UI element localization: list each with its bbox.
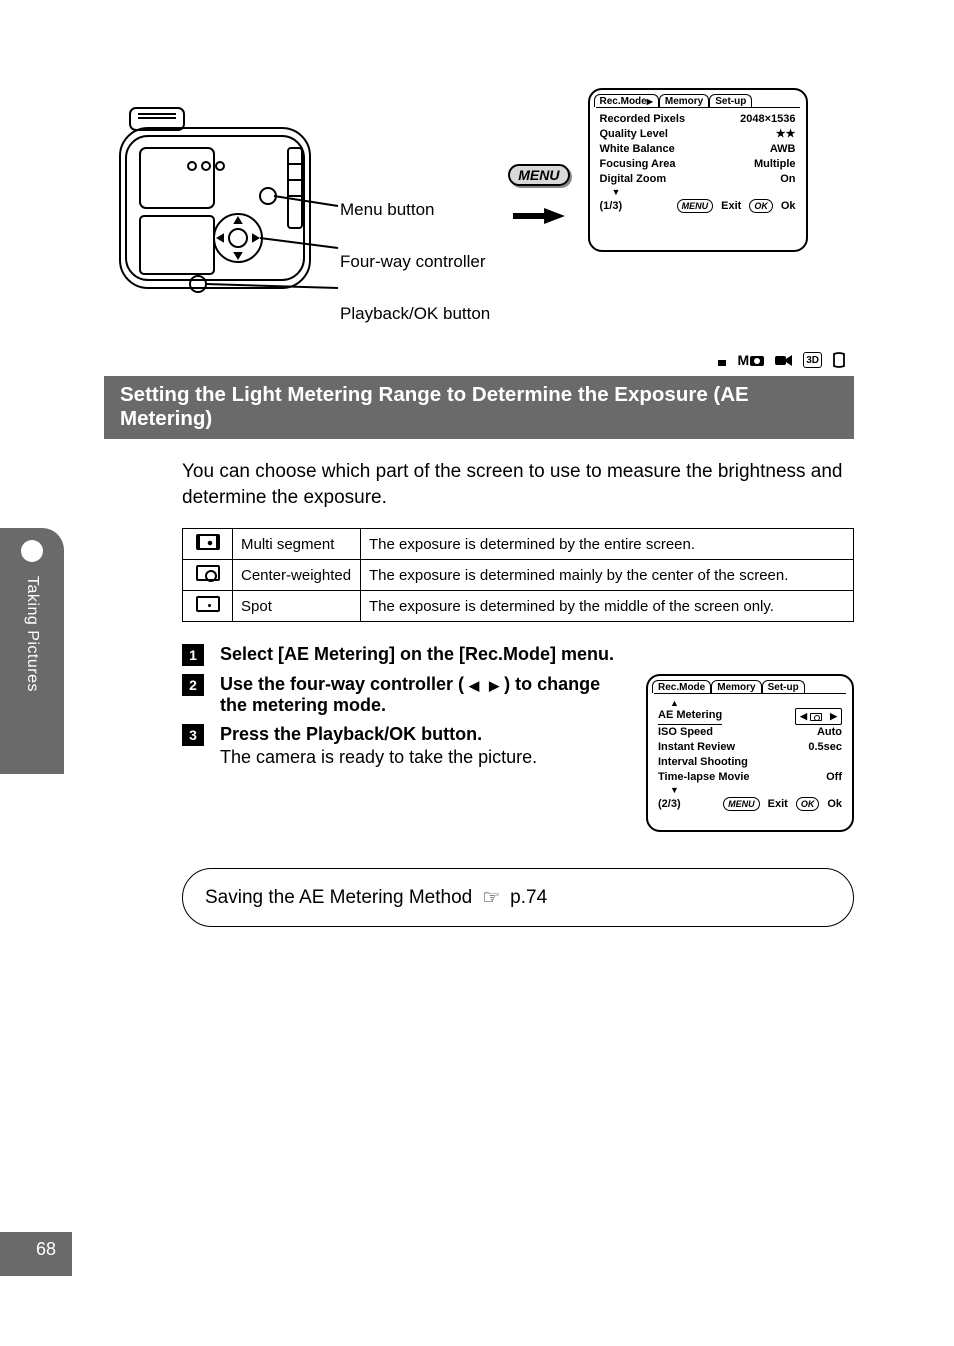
spot-icon bbox=[183, 591, 233, 622]
intro-paragraph: You can choose which part of the screen … bbox=[182, 459, 854, 510]
menu1-row-digital-zoom: Digital Zoom bbox=[600, 172, 667, 187]
menu2-tab-setup: Set-up bbox=[762, 680, 805, 693]
menu2-val-iso-speed: Auto bbox=[817, 725, 842, 740]
menu1-footer-exit: Exit bbox=[721, 200, 741, 212]
lcd-menu-page-1: Rec.Mode▶ Memory Set-up Recorded Pixels 2… bbox=[588, 88, 808, 252]
step-3: 3 Press the Playback/OK button. The came… bbox=[182, 724, 628, 768]
menu2-tab-recmode: Rec.Mode bbox=[652, 680, 711, 693]
step-number-3: 3 bbox=[182, 724, 204, 746]
table-mode-center: Center-weighted bbox=[233, 560, 361, 591]
menu2-val-ae-metering: ◀ ▶ bbox=[795, 708, 842, 725]
top-illustration-row: Menu button Four-way controller Playback… bbox=[110, 88, 854, 324]
table-row: Multi segment The exposure is determined… bbox=[183, 529, 854, 560]
step-3-title: Press the Playback/OK button. bbox=[220, 724, 628, 745]
table-desc-spot: The exposure is determined by the middle… bbox=[361, 591, 854, 622]
arrow-right-icon bbox=[513, 206, 565, 226]
camera-label-four-way: Four-way controller bbox=[340, 252, 490, 272]
pointing-hand-icon: ☞ bbox=[482, 885, 500, 910]
menu1-tab-recmode: Rec.Mode▶ bbox=[594, 94, 659, 107]
menu-arrow-column: MENU bbox=[508, 88, 569, 226]
table-row: Center-weighted The exposure is determin… bbox=[183, 560, 854, 591]
menu2-body: ▲ AE Metering ◀ ▶ ISO Speed Auto Instant … bbox=[654, 693, 846, 795]
menu2-page-indicator: (2/3) bbox=[658, 798, 681, 810]
metering-modes-table: Multi segment The exposure is determined… bbox=[182, 528, 854, 622]
menu1-tab-memory: Memory bbox=[659, 94, 709, 107]
camera-label-menu-button: Menu button bbox=[340, 200, 490, 220]
step-number-1: 1 bbox=[182, 644, 204, 666]
menu1-val-quality-level: ★★ bbox=[776, 127, 796, 142]
center-weighted-icon bbox=[183, 560, 233, 591]
mode-icons-row: M 3D bbox=[110, 352, 846, 368]
menu1-row-quality-level: Quality Level bbox=[600, 127, 668, 142]
multi-segment-icon bbox=[183, 529, 233, 560]
menu1-val-digital-zoom: On bbox=[780, 172, 795, 187]
menu1-scroll-down-icon: ▼ bbox=[600, 187, 796, 197]
menu2-footer-exit: Exit bbox=[768, 798, 788, 810]
lcd-menu-page-2: Rec.Mode Memory Set-up ▲ AE Metering ◀ ▶… bbox=[646, 674, 854, 832]
menu2-row-instant-review: Instant Review bbox=[658, 740, 735, 755]
menu2-row-interval-shooting: Interval Shooting bbox=[658, 755, 748, 770]
menu-button-badge: MENU bbox=[508, 164, 569, 186]
step-number-2: 2 bbox=[182, 674, 204, 696]
camera-label-playback-ok: Playback/OK button bbox=[340, 304, 490, 324]
ae-center-weighted-icon bbox=[810, 713, 822, 721]
step-1: 1 Select [AE Metering] on the [Rec.Mode]… bbox=[182, 644, 854, 666]
menu1-footer-menu-pill: MENU bbox=[677, 199, 714, 213]
table-row: Spot The exposure is determined by the m… bbox=[183, 591, 854, 622]
table-desc-center: The exposure is determined mainly by the… bbox=[361, 560, 854, 591]
table-mode-multi: Multi segment bbox=[233, 529, 361, 560]
triangle-left-icon: ◀ bbox=[469, 678, 479, 693]
cross-reference-box: Saving the AE Metering Method ☞ p.74 bbox=[182, 868, 854, 927]
menu2-footer-menu-pill: MENU bbox=[723, 797, 760, 811]
menu2-scroll-down-icon: ▼ bbox=[658, 785, 842, 795]
step-1-title: Select [AE Metering] on the [Rec.Mode] m… bbox=[220, 644, 854, 665]
manual-mode-icon: M bbox=[738, 352, 766, 368]
menu1-row-white-balance: White Balance bbox=[600, 142, 675, 157]
menu2-val-time-lapse: Off bbox=[826, 770, 842, 785]
menu1-body: Recorded Pixels 2048×1536 Quality Level ★★… bbox=[596, 107, 800, 197]
menu1-val-white-balance: AWB bbox=[770, 142, 796, 157]
step-2: 2 Use the four-way controller ( ◀ ▶ ) to… bbox=[182, 674, 628, 716]
ref-page: p.74 bbox=[510, 887, 547, 909]
menu2-val-instant-review: 0.5sec bbox=[808, 740, 842, 755]
menu2-tab-memory: Memory bbox=[711, 680, 761, 693]
3d-mode-icon: 3D bbox=[803, 352, 822, 368]
chapter-label: Taking Pictures bbox=[23, 576, 41, 692]
step-2-title: Use the four-way controller ( ◀ ▶ ) to c… bbox=[220, 674, 628, 716]
menu1-val-recorded-pixels: 2048×1536 bbox=[740, 112, 795, 127]
menu2-scroll-up-icon: ▲ bbox=[658, 698, 842, 708]
table-mode-spot: Spot bbox=[233, 591, 361, 622]
triangle-right-icon: ▶ bbox=[489, 678, 499, 693]
table-desc-multi: The exposure is determined by the entire… bbox=[361, 529, 854, 560]
section-heading: Setting the Light Metering Range to Dete… bbox=[104, 376, 854, 439]
menu2-footer-ok-pill: OK bbox=[796, 797, 820, 811]
menu1-tabs: Rec.Mode▶ Memory Set-up bbox=[590, 90, 806, 107]
menu1-footer-ok: Ok bbox=[781, 200, 796, 212]
camera-diagram bbox=[110, 88, 340, 318]
menu1-page-indicator: (1/3) bbox=[600, 200, 623, 212]
menu1-row-recorded-pixels: Recorded Pixels bbox=[600, 112, 686, 127]
page-number: 68 bbox=[36, 1239, 56, 1260]
menu2-footer-ok: Ok bbox=[827, 798, 842, 810]
menu2-row-time-lapse: Time-lapse Movie bbox=[658, 770, 750, 785]
menu1-row-focusing-area: Focusing Area bbox=[600, 157, 676, 172]
chapter-dot-icon bbox=[21, 540, 43, 562]
ref-text: Saving the AE Metering Method bbox=[205, 887, 472, 909]
panorama-mode-icon bbox=[832, 352, 846, 368]
menu2-tabs: Rec.Mode Memory Set-up bbox=[648, 676, 852, 693]
menu1-val-focusing-area: Multiple bbox=[754, 157, 796, 172]
night-scene-icon bbox=[708, 352, 728, 368]
menu2-row-ae-metering: AE Metering bbox=[658, 708, 722, 725]
menu2-row-iso-speed: ISO Speed bbox=[658, 725, 713, 740]
menu1-tab-setup: Set-up bbox=[709, 94, 752, 107]
chapter-side-tab: Taking Pictures bbox=[0, 528, 64, 774]
camera-label-column: Menu button Four-way controller Playback… bbox=[340, 88, 490, 324]
step-3-body: The camera is ready to take the picture. bbox=[220, 747, 628, 768]
movie-mode-icon bbox=[775, 352, 793, 368]
menu1-footer-ok-pill: OK bbox=[749, 199, 773, 213]
